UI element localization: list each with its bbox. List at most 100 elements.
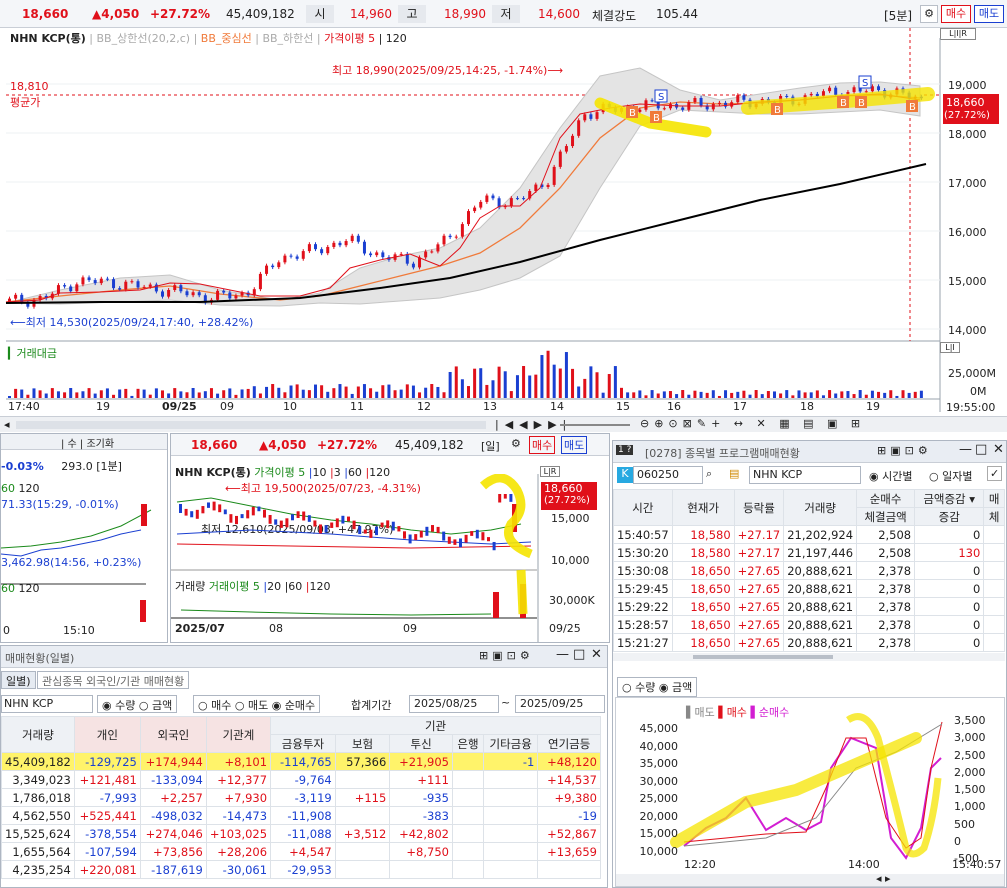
amount-change-dropdown[interactable]: 금액증감 ▾: [914, 489, 985, 508]
daily-chart-panel[interactable]: 18,660 ▲4,050 +27.72% 45,409,182 [일] ⚙ 매…: [170, 433, 610, 643]
candle-body: [467, 211, 470, 225]
program-table-row[interactable]: 15:30:20 18,580 +27.17 21,197,446 2,508 130: [613, 543, 1005, 562]
volume-bar: [44, 393, 48, 398]
program-table-row[interactable]: 15:30:08 18,650 +27.65 20,888,621 2,378 0: [613, 561, 1005, 580]
daily-scale-icon[interactable]: L|R: [540, 466, 560, 477]
program-table-row[interactable]: 15:29:22 18,650 +27.65 20,888,621 2,378 0: [613, 597, 1005, 616]
candle-body: [399, 253, 403, 255]
search-icon[interactable]: ⌕: [706, 467, 712, 481]
investor-window-title: 매매현황(일별): [5, 652, 75, 665]
volume-bar: [821, 395, 825, 398]
volume-bar: [509, 391, 513, 398]
minimize-icon[interactable]: —: [959, 442, 972, 457]
maximize-icon[interactable]: □: [975, 442, 987, 457]
left-mini-tab[interactable]: | 수 | 조기화: [61, 435, 114, 450]
minimize-icon[interactable]: —: [556, 647, 569, 662]
candle-body: [564, 146, 568, 152]
stock-code-input[interactable]: 060250: [633, 466, 703, 484]
candle-body: [668, 104, 672, 109]
main-intraday-chart[interactable]: NHN KCP(통) | BB_상한선(20,2,c) | BB_중심선 | B…: [0, 28, 1007, 432]
qty-amount-toggle[interactable]: ○ 수량 ◉ 금액: [617, 677, 698, 697]
investor-table-row[interactable]: 15,525,624 -378,554 +274,046 +103,025 -11,08…: [1, 824, 601, 843]
volume-bar: [130, 395, 134, 398]
tab-interest-foreign[interactable]: 관심종목 외국인/기관 매매현황: [37, 671, 190, 689]
chart-tools-icon[interactable]: ⊖⊕⊙⊠✎+ ↔ ✕ ▦ ▤ ▣ ⊞: [640, 417, 865, 430]
chart-scrollbar[interactable]: [16, 421, 486, 429]
window-tools-icon[interactable]: ⊞▣⊡⚙: [877, 444, 932, 457]
buy-button[interactable]: 매수: [941, 5, 971, 23]
daily-change: ▲4,050: [259, 438, 307, 452]
program-chart-scrollbar[interactable]: ◂ ▸: [616, 872, 1004, 886]
radio-by-day[interactable]: ○ 일자별: [929, 468, 972, 484]
daily-y-tick-10000: 10,000: [551, 554, 590, 567]
volume-bar: [620, 387, 623, 398]
volume-bar: [595, 372, 599, 398]
candle-body: [711, 103, 715, 110]
volume-bar: [607, 374, 611, 398]
volume-bar: [534, 374, 538, 398]
program-table-row[interactable]: 15:21:27 18,650 +27.65 20,888,621 2,378 0: [613, 633, 1005, 652]
daily-sell-button[interactable]: 매도: [561, 436, 588, 454]
window-tools-icon[interactable]: ⊞▣⊡⚙: [479, 649, 534, 662]
program-table-scrollbar[interactable]: [613, 653, 1005, 661]
svg-text:B: B: [840, 98, 847, 109]
unit-radio-group[interactable]: ◉ 수량 ○ 금액: [97, 695, 178, 713]
maximize-icon[interactable]: □: [573, 647, 585, 662]
volume-bar: [344, 386, 348, 398]
sell-button[interactable]: 매도: [974, 5, 1004, 23]
close-icon[interactable]: ✕: [993, 442, 1004, 457]
candle-body: [558, 151, 562, 167]
checkbox-icon[interactable]: ✓: [987, 466, 1003, 481]
zoom-slider[interactable]: [560, 424, 630, 426]
candle-body: [381, 252, 385, 258]
program-y-tick: 2,500: [954, 748, 986, 762]
volume-bar: [913, 391, 917, 398]
investor-table-row[interactable]: 45,409,182 -129,725 +174,944 +8,101 -114,765…: [1, 752, 601, 771]
volume-bar: [840, 391, 844, 398]
side-radio-group[interactable]: ○ 매수 ○ 매도 ◉ 순매수: [193, 695, 321, 713]
volume-bar: [185, 392, 189, 398]
daily-x-tick: 09: [403, 622, 417, 635]
tab-daily[interactable]: 일별): [1, 671, 36, 689]
program-table-row[interactable]: 15:29:45 18,650 +27.65 20,888,621 2,378 0: [613, 579, 1005, 598]
left-mini-chart-panel[interactable]: | 수 | 조기화 -0.03% 293.0 [1분] 60 120 71.33…: [0, 433, 168, 643]
stock-kind-icon: K: [617, 467, 633, 483]
daily-candle: [347, 516, 350, 522]
volume-bar: [295, 384, 299, 398]
program-table-row[interactable]: 15:40:57 18,580 +27.17 21,202,924 2,508 0: [613, 525, 1005, 544]
candle-body: [136, 281, 140, 288]
investor-table-row[interactable]: 1,786,018 -7,993 +2,257 +7,930 -3,119 +115 -93…: [1, 788, 601, 807]
favorite-folder-icon[interactable]: ▤: [729, 467, 739, 480]
candle-body: [815, 93, 819, 97]
daily-buy-button[interactable]: 매수: [529, 436, 556, 454]
candle-body: [681, 107, 685, 110]
program-trading-window[interactable]: 1 ? [0278] 종목별 프로그램매매현황 ⊞▣⊡⚙ — □ ✕ K 060…: [612, 440, 1007, 888]
volume-bar: [558, 368, 562, 398]
candle-body: [571, 135, 575, 147]
investor-table-row[interactable]: 1,655,564 -107,594 +73,856 +28,206 +4,547 +8,…: [1, 842, 601, 861]
candle-body: [14, 294, 18, 299]
volume-bar: [583, 378, 587, 398]
program-y-tick: 0: [954, 835, 961, 849]
price-change: ▲4,050: [92, 7, 140, 21]
date-from-input[interactable]: 2025/08/25: [409, 695, 499, 713]
date-to-input[interactable]: 2025/09/25: [515, 695, 605, 713]
investor-trading-window[interactable]: 매매현황(일별) ⊞▣⊡⚙ — □ ✕ 일별) 관심종목 외국인/기관 매매현황…: [0, 645, 608, 888]
investor-stock-field[interactable]: NHN KCP: [1, 695, 93, 713]
investor-table-row[interactable]: 4,562,550 +525,441 -498,032 -14,473 -11,908-…: [1, 806, 601, 825]
volume-scale-icon[interactable]: L|I: [940, 342, 960, 353]
close-icon[interactable]: ✕: [591, 647, 602, 662]
volume-bar: [687, 394, 691, 398]
left-mini-interval[interactable]: [1분]: [96, 460, 122, 473]
volume-bar: [497, 366, 501, 398]
interval-label[interactable]: [5분]: [884, 7, 912, 24]
program-table-row[interactable]: 15:28:57 18,650 +27.65 20,888,621 2,378 0: [613, 615, 1005, 634]
investor-table-row[interactable]: 4,235,254 +220,081 -187,619 -30,061 -29,953: [1, 860, 601, 879]
daily-settings-gear-icon[interactable]: ⚙: [511, 437, 521, 450]
settings-gear-icon[interactable]: ⚙: [920, 5, 938, 23]
investor-table-row[interactable]: 3,349,023 +121,481 -133,094 +12,377 -9,764 +1…: [1, 770, 601, 789]
scroll-left-arrow-icon[interactable]: ◂: [4, 418, 10, 431]
daily-interval[interactable]: [일]: [481, 438, 500, 454]
y-tick-17000: 17,000: [948, 177, 987, 190]
radio-by-time[interactable]: ◉ 시간별: [869, 468, 912, 484]
